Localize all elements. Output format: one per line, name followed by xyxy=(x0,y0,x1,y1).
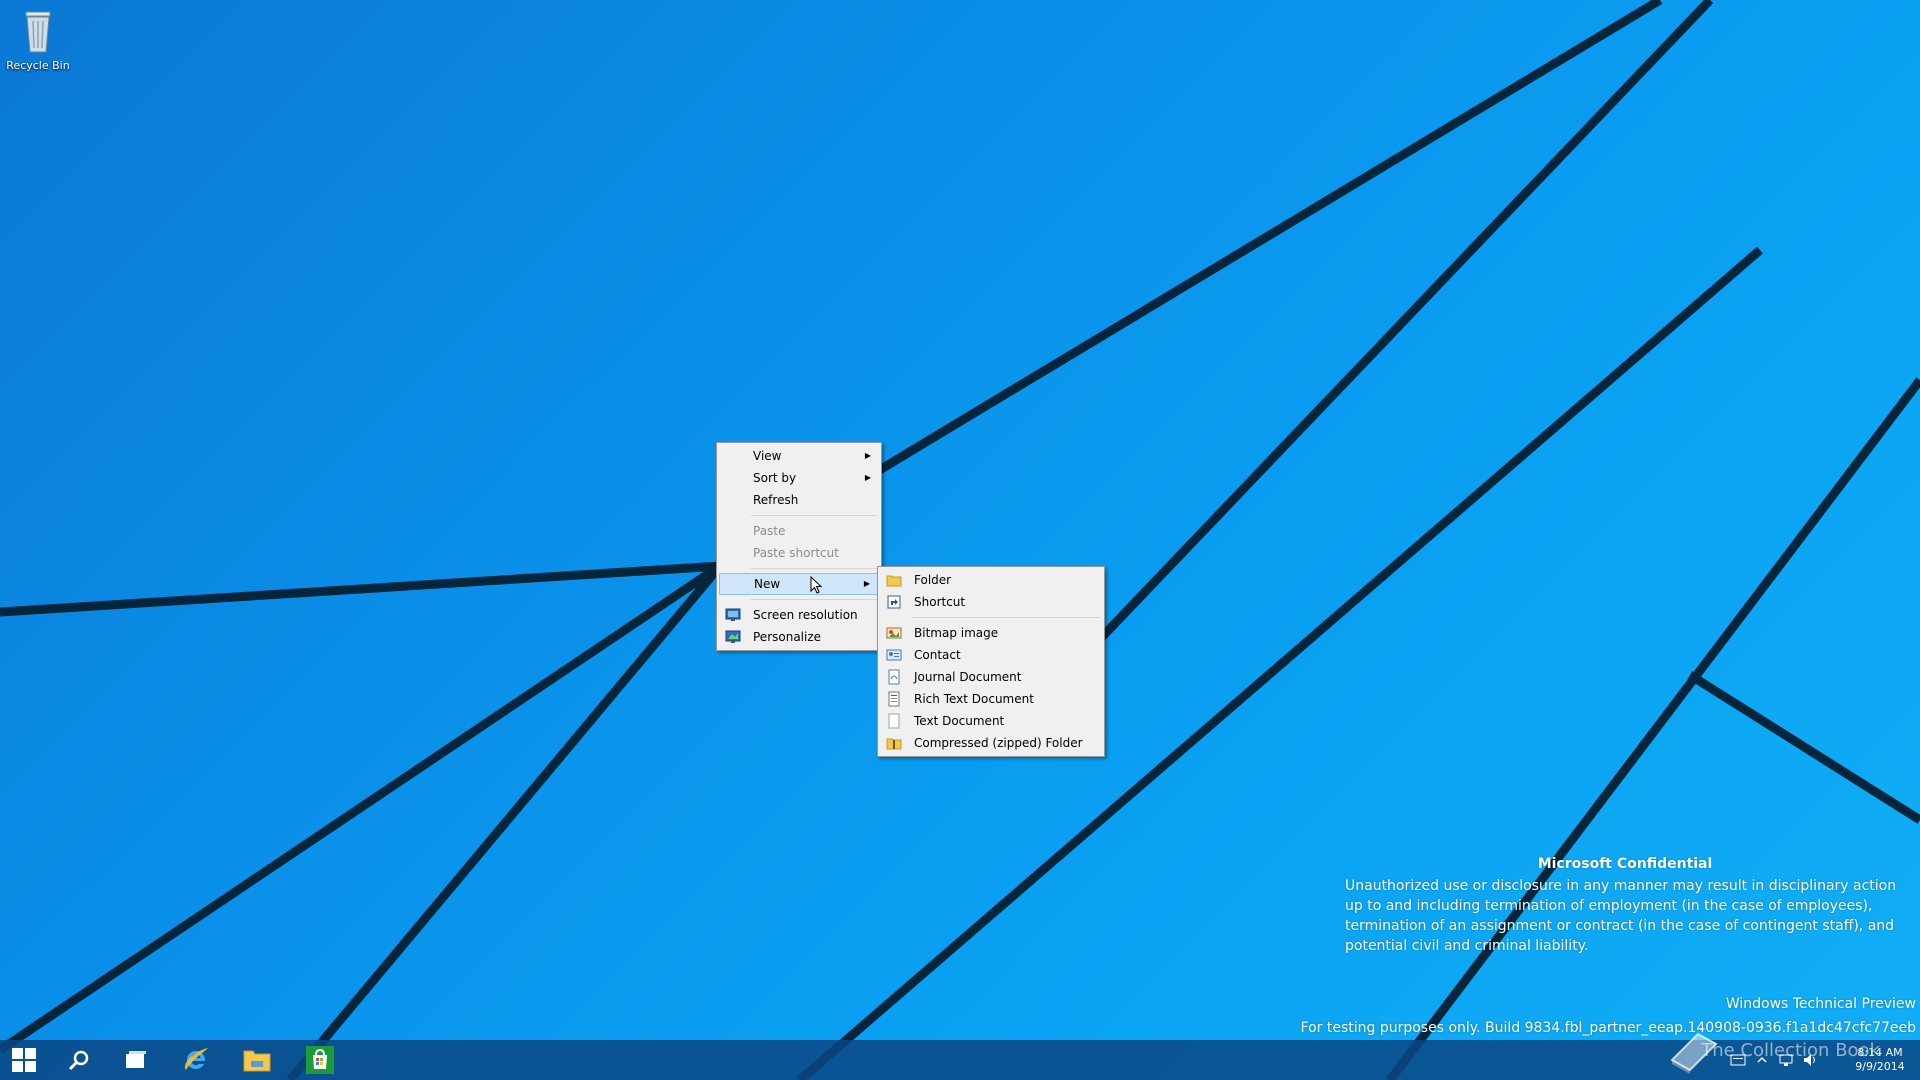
submenu-arrow-icon: ▶ xyxy=(863,579,870,588)
menu-item-label: Paste xyxy=(753,524,786,538)
watermark-preview: Windows Technical Preview xyxy=(1725,996,1916,1012)
menu-item-label: Paste shortcut xyxy=(753,546,839,560)
start-icon xyxy=(12,1048,36,1072)
submenu-item-shortcut[interactable]: Shortcut xyxy=(880,591,1102,613)
submenu-arrow-icon: ▶ xyxy=(864,473,871,482)
submenu-item-zipped-folder[interactable]: Compressed (zipped) Folder xyxy=(880,732,1102,754)
brand-overlay-text: The Collection Book xyxy=(1701,1040,1880,1061)
menu-item-label: Sort by xyxy=(753,471,797,485)
submenu-item-label: Bitmap image xyxy=(914,626,999,640)
submenu-item-contact[interactable]: Contact xyxy=(880,644,1102,666)
submenu-item-bitmap-image[interactable]: Bitmap image xyxy=(880,622,1102,644)
store-icon xyxy=(306,1046,334,1074)
watermark-title: Microsoft Confidential xyxy=(1537,856,1713,872)
text-document-icon xyxy=(888,713,900,729)
menu-item-screen-resolution[interactable]: Screen resolution xyxy=(719,604,879,626)
contact-icon xyxy=(886,649,902,661)
recycle-bin-desktop-icon[interactable]: Recycle Bin xyxy=(4,6,72,72)
submenu-item-label: Journal Document xyxy=(914,670,1022,684)
menu-separator xyxy=(751,599,877,600)
search-button[interactable] xyxy=(55,1040,103,1080)
file-explorer-icon xyxy=(243,1050,271,1072)
submenu-item-label: Contact xyxy=(914,648,961,662)
bitmap-image-icon xyxy=(886,627,902,639)
search-icon xyxy=(68,1050,89,1071)
mouse-cursor-icon xyxy=(810,576,822,594)
rich-text-document-icon xyxy=(888,691,900,707)
menu-item-paste-shortcut[interactable]: Paste shortcut xyxy=(719,542,879,564)
personalize-icon xyxy=(725,630,741,643)
menu-item-personalize[interactable]: Personalize xyxy=(719,626,879,648)
submenu-item-text-document[interactable]: Text Document xyxy=(880,710,1102,732)
submenu-arrow-icon: ▶ xyxy=(864,451,871,460)
submenu-item-rich-text-document[interactable]: Rich Text Document xyxy=(880,688,1102,710)
start-button[interactable] xyxy=(0,1040,48,1080)
submenu-item-label: Text Document xyxy=(914,714,1005,728)
watermark-body: Unauthorized use or disclosure in any ma… xyxy=(1345,878,1897,954)
submenu-item-journal-document[interactable]: Journal Document xyxy=(880,666,1102,688)
menu-item-paste[interactable]: Paste xyxy=(719,520,879,542)
submenu-item-folder[interactable]: Folder xyxy=(880,569,1102,591)
menu-separator xyxy=(751,568,877,569)
new-submenu: Folder Shortcut Bitmap image Contact Jou xyxy=(877,566,1105,757)
menu-item-sort-by[interactable]: Sort by ▶ xyxy=(719,467,879,489)
recycle-bin-icon xyxy=(25,11,51,53)
watermark-build: For testing purposes only. Build 9834.fb… xyxy=(1300,1020,1916,1036)
folder-icon xyxy=(886,575,902,587)
menu-item-label: Personalize xyxy=(753,630,822,644)
menu-separator xyxy=(912,617,1100,618)
menu-item-refresh[interactable]: Refresh xyxy=(719,489,879,511)
taskbar: 8:14 AM 9/9/2014 xyxy=(0,1040,1920,1080)
menu-item-label: Refresh xyxy=(753,493,799,507)
task-view-icon xyxy=(126,1051,146,1068)
submenu-item-label: Rich Text Document xyxy=(914,692,1034,706)
menu-item-label: View xyxy=(753,449,782,463)
file-explorer-button[interactable] xyxy=(233,1040,281,1080)
submenu-item-label: Folder xyxy=(914,573,952,587)
shortcut-icon xyxy=(887,595,901,609)
internet-explorer-button[interactable] xyxy=(172,1040,220,1080)
journal-document-icon xyxy=(888,669,900,685)
submenu-item-label: Compressed (zipped) Folder xyxy=(914,736,1083,750)
recycle-bin-label: Recycle Bin xyxy=(6,59,70,72)
menu-item-view[interactable]: View ▶ xyxy=(719,445,879,467)
menu-item-label: New xyxy=(754,577,781,591)
submenu-item-label: Shortcut xyxy=(914,595,966,609)
zipped-folder-icon xyxy=(886,738,902,750)
menu-separator xyxy=(751,515,877,516)
store-button[interactable] xyxy=(296,1040,344,1080)
clock-date: 9/9/2014 xyxy=(1855,1060,1905,1073)
internet-explorer-icon xyxy=(184,1048,208,1070)
desktop-context-menu: View ▶ Sort by ▶ Refresh Paste Paste sho… xyxy=(716,442,882,651)
task-view-button[interactable] xyxy=(112,1040,160,1080)
menu-item-new[interactable]: New ▶ xyxy=(719,573,879,595)
menu-item-label: Screen resolution xyxy=(753,608,858,622)
screen-resolution-icon xyxy=(725,608,741,621)
